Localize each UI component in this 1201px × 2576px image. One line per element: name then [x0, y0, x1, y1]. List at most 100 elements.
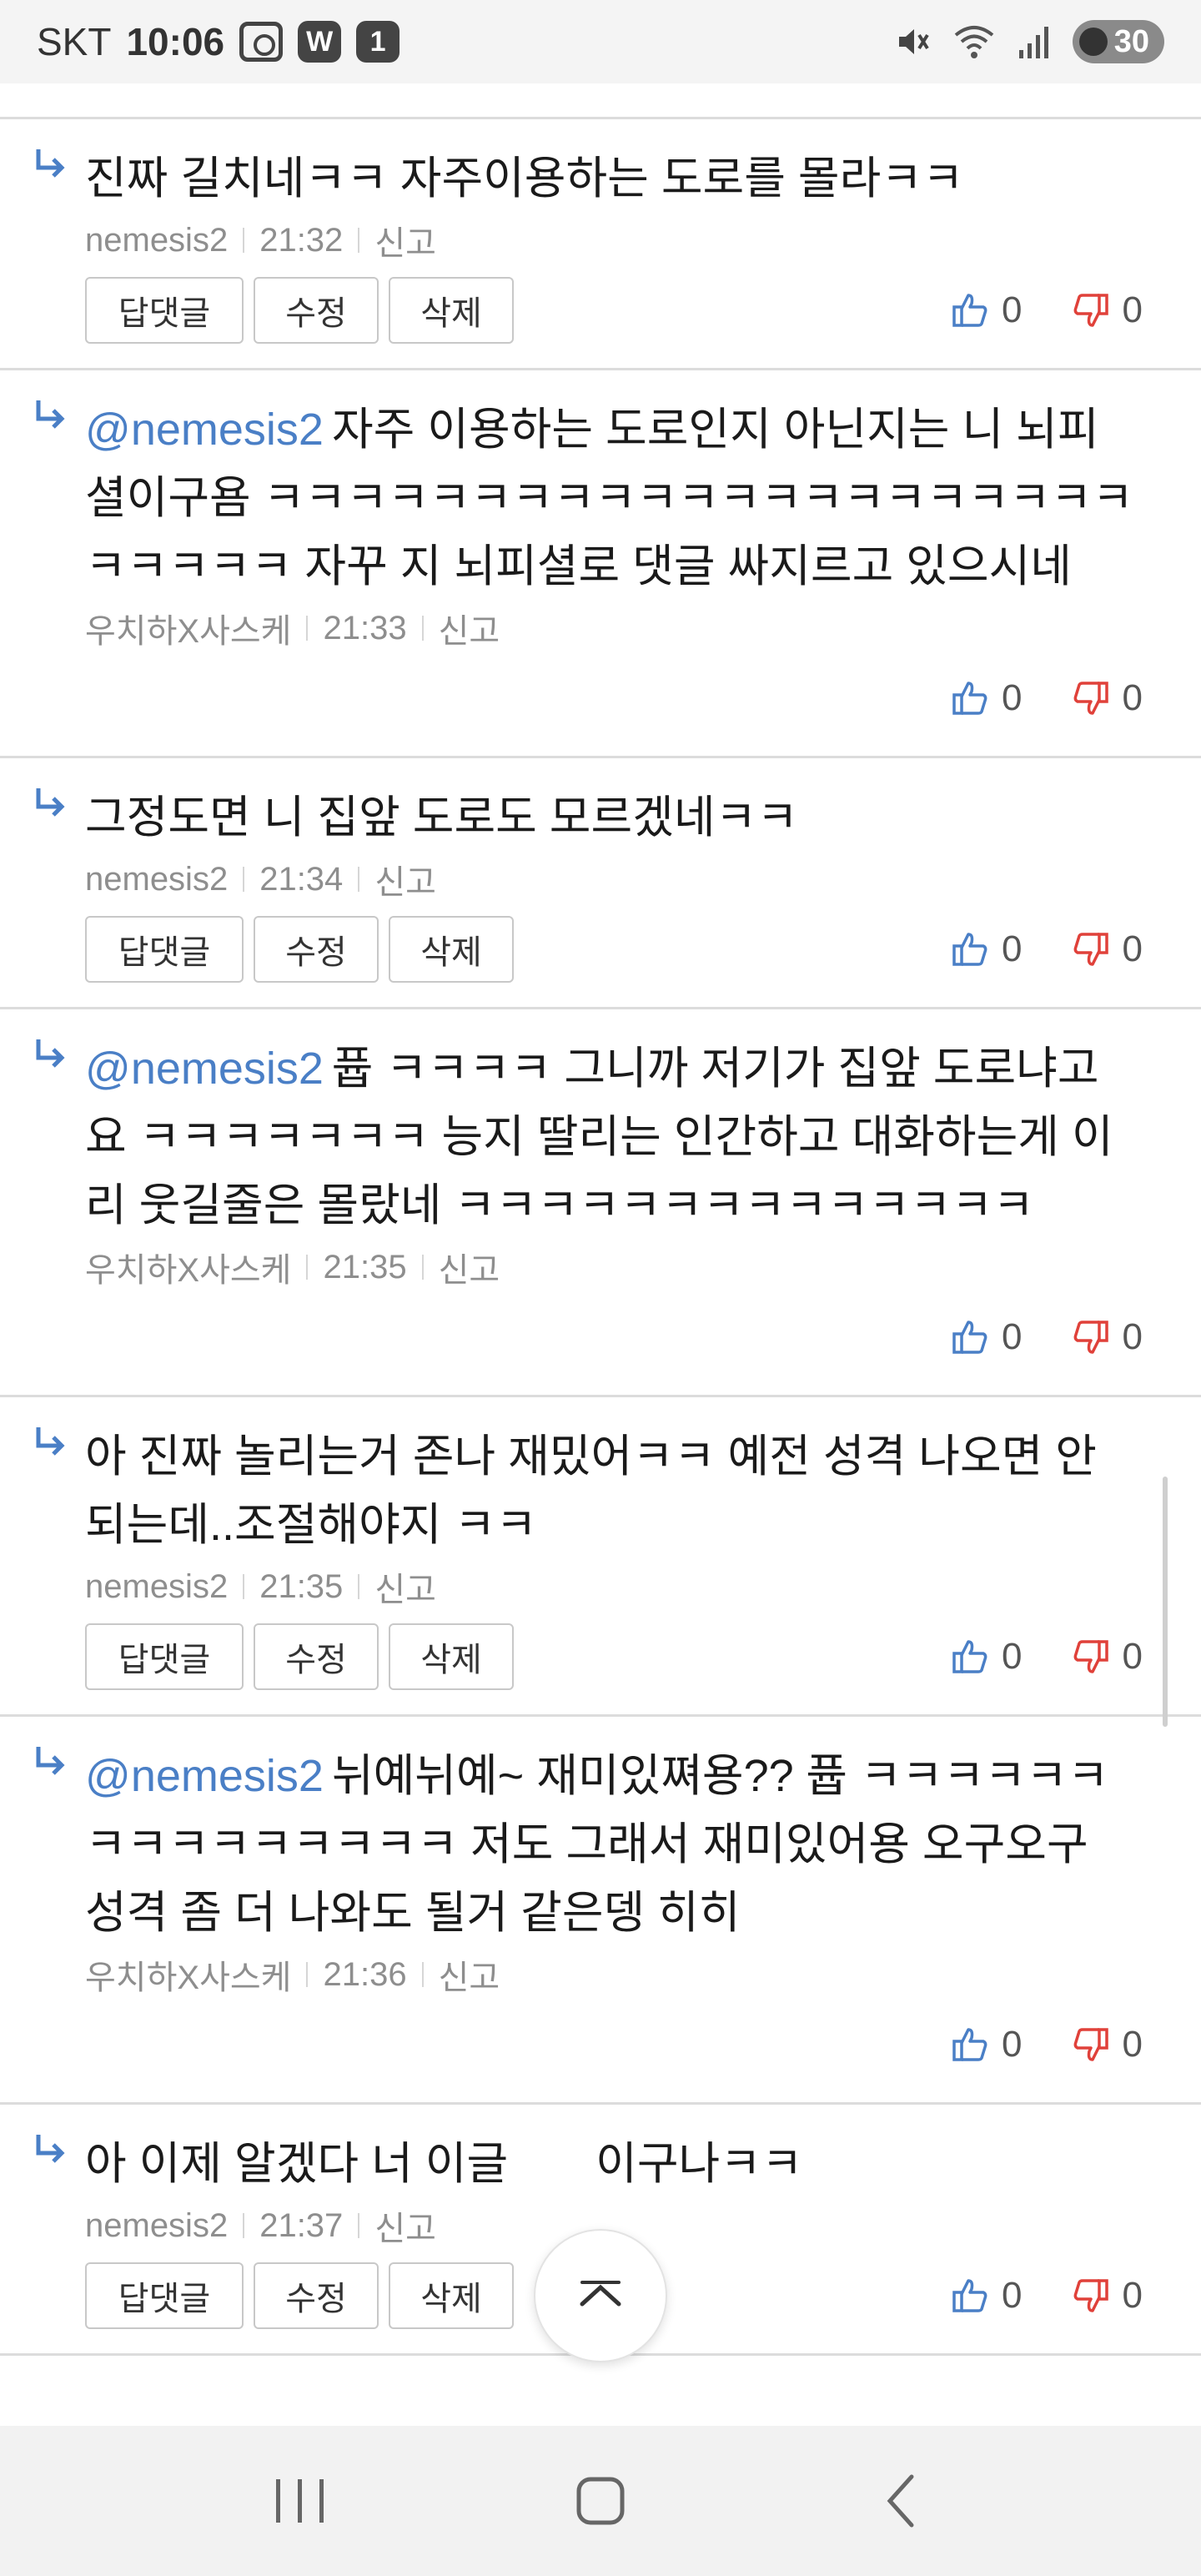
- reply-arrow-icon: [36, 1427, 65, 1456]
- comment-author[interactable]: 우치하X사스케: [85, 1243, 291, 1291]
- vote-group: 0 0: [952, 2262, 1143, 2330]
- like-count: 0: [1002, 677, 1023, 718]
- comment-list: 진짜 길치네ㅋㅋ 자주이용하는 도로를 몰라ㅋㅋ nemesis2 21:32 …: [0, 117, 1201, 2356]
- battery-icon: 30: [1072, 20, 1164, 63]
- edit-button[interactable]: 수정: [254, 277, 379, 344]
- delete-button[interactable]: 삭제: [389, 916, 514, 983]
- dislike-button[interactable]: 0: [1073, 2024, 1143, 2065]
- comment-meta: nemesis2 21:32 신고: [85, 216, 1159, 264]
- meta-separator: [421, 616, 424, 641]
- home-button[interactable]: [559, 2459, 642, 2543]
- back-button[interactable]: [859, 2459, 942, 2543]
- dislike-button[interactable]: 0: [1073, 928, 1143, 970]
- comment-text: 아 진짜 놀리는거 존나 재밌어ㅋㅋ 예전 성격 나오면 안되는데..조절해야지…: [85, 1422, 1159, 1559]
- comment-text: 진짜 길치네ㅋㅋ 자주이용하는 도로를 몰라ㅋㅋ: [85, 144, 1159, 213]
- vote-group: 0 0: [952, 276, 1143, 345]
- comment-body: 진짜 길치네ㅋㅋ 자주이용하는 도로를 몰라ㅋㅋ: [85, 153, 964, 204]
- comment-author[interactable]: nemesis2: [85, 2207, 228, 2245]
- like-button[interactable]: 0: [952, 289, 1023, 331]
- comment-author[interactable]: nemesis2: [85, 222, 228, 259]
- like-button[interactable]: 0: [952, 1316, 1023, 1358]
- comment-time: 21:35: [323, 1248, 407, 1285]
- scrollbar[interactable]: [1163, 1477, 1168, 1727]
- dislike-count: 0: [1122, 1636, 1143, 1677]
- dislike-button[interactable]: 0: [1073, 1316, 1143, 1358]
- thumbs-up-icon: [952, 2279, 987, 2312]
- reply-button[interactable]: 답댓글: [85, 916, 244, 983]
- reply-button[interactable]: 답댓글: [85, 2262, 244, 2329]
- reply-button[interactable]: 답댓글: [85, 1623, 244, 1690]
- dislike-button[interactable]: 0: [1073, 2275, 1143, 2317]
- report-link[interactable]: 신고: [439, 1950, 500, 1999]
- comment-author[interactable]: nemesis2: [85, 1568, 228, 1606]
- dislike-button[interactable]: 0: [1073, 289, 1143, 331]
- report-link[interactable]: 신고: [374, 855, 436, 903]
- comment-author[interactable]: nemesis2: [85, 861, 228, 898]
- screenshot-icon: [239, 22, 284, 62]
- comment-meta: 우치하X사스케 21:36 신고: [85, 1950, 1159, 1999]
- report-link[interactable]: 신고: [439, 604, 500, 652]
- comment-text: @nemesis2 자주 이용하는 도로인지 아닌지는 니 뇌피셜이구욤 ㅋㅋㅋㅋ…: [85, 395, 1159, 601]
- thumbs-up-icon: [952, 1640, 987, 1673]
- comment-meta: nemesis2 21:35 신고: [85, 1562, 1159, 1611]
- vote-group: 0 0: [952, 1303, 1143, 1371]
- delete-button[interactable]: 삭제: [389, 2262, 514, 2329]
- recent-apps-icon: [276, 2479, 324, 2523]
- comment-time: 21:35: [259, 1567, 344, 1605]
- vote-group: 0 0: [952, 915, 1143, 984]
- meta-separator: [358, 2213, 360, 2238]
- report-link[interactable]: 신고: [374, 216, 436, 264]
- thumbs-up-icon: [952, 682, 987, 715]
- like-button[interactable]: 0: [952, 2024, 1023, 2065]
- like-count: 0: [1002, 2024, 1023, 2065]
- comment-time: 21:34: [259, 860, 344, 898]
- like-button[interactable]: 0: [952, 1636, 1023, 1678]
- thumbs-up-icon: [952, 933, 987, 966]
- delete-button[interactable]: 삭제: [389, 277, 514, 344]
- report-link[interactable]: 신고: [374, 2201, 436, 2250]
- notification-count-badge: 1: [356, 21, 400, 63]
- dislike-count: 0: [1122, 1316, 1143, 1357]
- dislike-count: 0: [1122, 289, 1143, 330]
- meta-separator: [306, 1255, 309, 1280]
- delete-button[interactable]: 삭제: [389, 1623, 514, 1690]
- scroll-to-top-button[interactable]: [534, 2229, 667, 2362]
- mention-link[interactable]: @nemesis2: [85, 1044, 324, 1094]
- comment-author[interactable]: 우치하X사스케: [85, 604, 291, 652]
- reply-button[interactable]: 답댓글: [85, 277, 244, 344]
- comment-item: 아 진짜 놀리는거 존나 재밌어ㅋㅋ 예전 성격 나오면 안되는데..조절해야지…: [0, 1397, 1201, 1714]
- meta-separator: [306, 1962, 309, 1987]
- report-link[interactable]: 신고: [439, 1243, 500, 1291]
- report-link[interactable]: 신고: [374, 1562, 436, 1611]
- comment-time: 21:37: [259, 2206, 344, 2244]
- mention-link[interactable]: @nemesis2: [85, 1751, 324, 1801]
- signal-icon: [1018, 27, 1048, 58]
- edit-button[interactable]: 수정: [254, 1623, 379, 1690]
- meta-separator: [243, 1574, 245, 1599]
- status-bar: SKT 10:06 W 1 30: [0, 0, 1201, 83]
- comment-meta: nemesis2 21:34 신고: [85, 855, 1159, 903]
- comment-actions: 답댓글 수정 삭제 0 0: [85, 2010, 1159, 2079]
- recent-apps-button[interactable]: [259, 2459, 342, 2543]
- wifi-icon: [954, 26, 993, 58]
- like-button[interactable]: 0: [952, 2275, 1023, 2317]
- like-button[interactable]: 0: [952, 928, 1023, 970]
- dislike-button[interactable]: 0: [1073, 677, 1143, 719]
- mention-link[interactable]: @nemesis2: [85, 405, 324, 455]
- comment-author[interactable]: 우치하X사스케: [85, 1950, 291, 1999]
- vote-group: 0 0: [952, 664, 1143, 732]
- like-button[interactable]: 0: [952, 677, 1023, 719]
- thumbs-up-icon: [952, 2028, 987, 2061]
- edit-button[interactable]: 수정: [254, 2262, 379, 2329]
- comment-actions: 답댓글 수정 삭제 0 0: [85, 276, 1159, 345]
- carrier-label: SKT: [37, 20, 112, 63]
- thumbs-down-icon: [1073, 933, 1108, 966]
- meta-separator: [243, 867, 245, 892]
- comment-body: 아 이제 알겠다 너 이글: [85, 2139, 521, 2189]
- mute-icon: [898, 29, 929, 54]
- edit-button[interactable]: 수정: [254, 916, 379, 983]
- dislike-button[interactable]: 0: [1073, 1636, 1143, 1678]
- vote-group: 0 0: [952, 2010, 1143, 2079]
- comment-meta: 우치하X사스케 21:35 신고: [85, 1243, 1159, 1291]
- like-count: 0: [1002, 2275, 1023, 2316]
